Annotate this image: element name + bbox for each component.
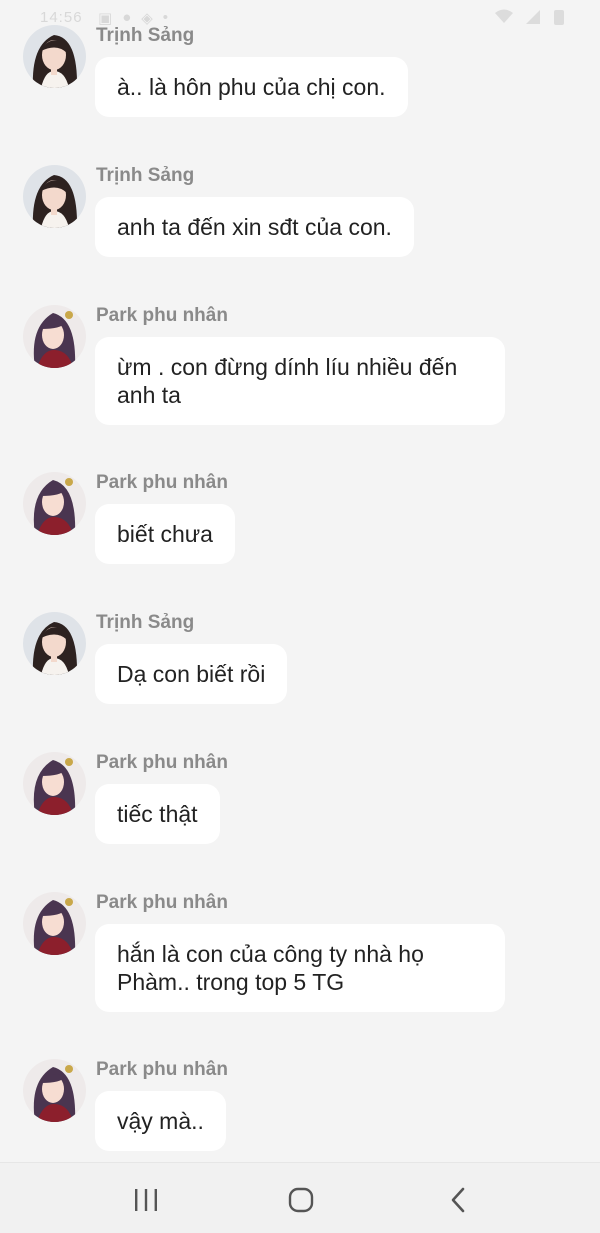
chat-list[interactable]: Trịnh Sảng à.. là hôn phu của chị con. T… (0, 0, 600, 1162)
message-bubble[interactable]: vậy mà.. (95, 1091, 226, 1151)
home-icon[interactable] (286, 1185, 316, 1215)
lady-avatar[interactable] (23, 472, 86, 535)
message-bubble[interactable]: tiếc thật (95, 784, 220, 844)
message-bubble[interactable]: ừm . con đừng dính líu nhiều đến anh ta (95, 337, 505, 425)
message-bubble[interactable]: biết chưa (95, 504, 235, 564)
girl-avatar[interactable] (23, 612, 86, 675)
sender-name: Trịnh Sảng (96, 165, 195, 186)
sender-name: Trịnh Sảng (96, 25, 195, 46)
lady-avatar[interactable] (23, 752, 86, 815)
lady-avatar[interactable] (23, 892, 86, 955)
lady-avatar[interactable] (23, 305, 86, 368)
recents-icon[interactable] (131, 1185, 161, 1215)
sender-name: Park phu nhân (96, 752, 228, 773)
navigation-bar (0, 1162, 600, 1233)
lady-avatar[interactable] (23, 1059, 86, 1122)
sender-name: Park phu nhân (96, 305, 228, 326)
sender-name: Park phu nhân (96, 1059, 228, 1080)
message-bubble[interactable]: Dạ con biết rồi (95, 644, 288, 704)
girl-avatar[interactable] (23, 165, 86, 228)
message-bubble[interactable]: hắn là con của công ty nhà họ Phàm.. tro… (95, 924, 505, 1012)
sender-name: Park phu nhân (96, 472, 228, 493)
back-icon[interactable] (443, 1185, 473, 1215)
girl-avatar[interactable] (23, 25, 86, 88)
message-bubble[interactable]: anh ta đến xin sđt của con. (95, 197, 414, 257)
message-bubble[interactable]: à.. là hôn phu của chị con. (95, 57, 408, 117)
sender-name: Park phu nhân (96, 892, 228, 913)
sender-name: Trịnh Sảng (96, 612, 195, 633)
